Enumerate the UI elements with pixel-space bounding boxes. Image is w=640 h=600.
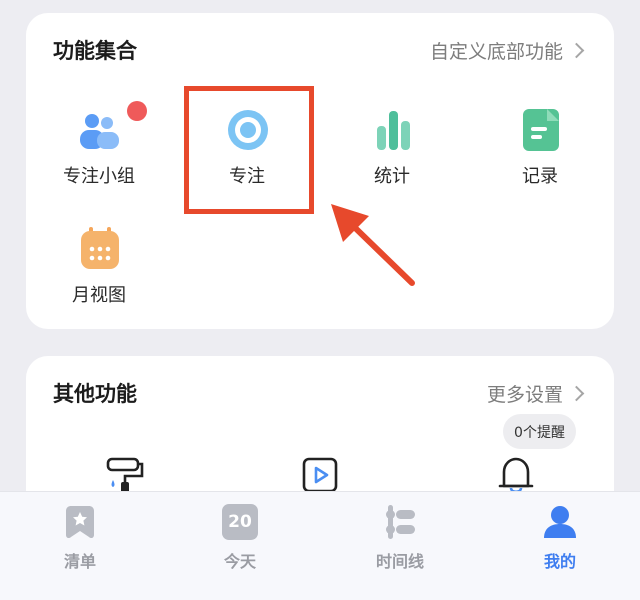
notification-badge [127,101,147,121]
feature-record[interactable]: 记录 [480,108,600,193]
feature-focus-group[interactable]: 专注小组 [39,101,159,193]
chevron-right-icon [568,385,585,402]
reminder-tooltip: 0个提醒 [503,414,576,449]
group-icon [80,114,119,149]
tab-checklist-label: 清单 [63,552,96,571]
feature-record-label: 记录 [522,166,558,187]
today-day-number: 20 [228,512,252,532]
more-settings-link[interactable]: 更多设置 [486,380,585,407]
timeline-icon [386,505,415,539]
customize-link-label: 自定义底部功能 [429,41,563,63]
tab-today-label: 今天 [223,552,256,571]
bell-icon[interactable] [496,454,536,494]
feature-month-view-label: 月视图 [72,285,126,306]
tab-profile[interactable]: 我的 [480,492,640,600]
tab-timeline[interactable]: 时间线 [320,492,480,600]
tab-checklist[interactable]: 清单 [0,492,160,600]
feature-collection-title: 功能集合 [53,39,137,63]
profile-icon [544,506,576,538]
highlight-box [184,86,314,214]
more-settings-label: 更多设置 [486,384,563,406]
tab-profile-label: 我的 [543,552,576,571]
record-icon [523,109,559,151]
bottom-tab-bar: 清单 20 今天 时间线 我的 [0,491,640,600]
feature-focus-group-label: 专注小组 [63,166,135,187]
feature-stats[interactable]: 统计 [332,108,452,193]
tab-timeline-label: 时间线 [375,552,424,571]
pointer-arrow-icon [331,204,415,286]
calendar-day-icon: 20 [222,504,258,540]
customize-bottom-features-link[interactable]: 自定义底部功能 [429,37,585,64]
feature-month-view[interactable]: 月视图 [39,227,159,312]
feature-collection-card: 功能集合 自定义底部功能 专注小组 专注 统计 记录 月视图 [26,13,614,329]
calendar-icon [81,227,119,269]
other-features-title: 其他功能 [53,382,137,406]
tab-today[interactable]: 20 今天 [160,492,320,600]
paint-roller-icon[interactable] [105,456,145,496]
feature-stats-label: 统计 [374,166,410,187]
stats-icon [377,111,410,150]
video-play-icon[interactable] [301,456,339,494]
checklist-icon [66,506,94,539]
chevron-right-icon [568,42,585,59]
